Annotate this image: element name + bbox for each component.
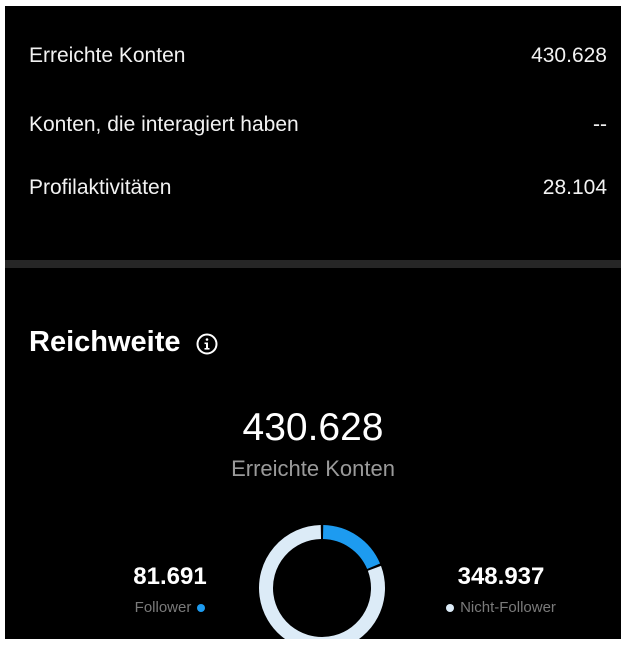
reach-section-title: Reichweite [29, 326, 219, 359]
non-followers-label: Nicht-Follower [460, 599, 556, 616]
metric-value: 430.628 [531, 44, 607, 67]
non-followers-legend: Nicht-Follower [417, 599, 585, 616]
insights-screen: Erreichte Konten 430.628 Konten, die int… [5, 6, 621, 639]
metric-value: 28.104 [542, 176, 607, 199]
metric-value: -- [593, 113, 607, 136]
non-followers-color-dot [446, 603, 455, 612]
followers-legend: Follower [115, 599, 225, 616]
reach-donut-chart [259, 525, 385, 639]
reach-total-value: 430.628 [242, 406, 384, 449]
followers-color-dot [197, 603, 206, 612]
non-followers-stat: 348.937 Nicht-Follower [417, 563, 585, 616]
info-icon[interactable] [195, 331, 219, 355]
metric-label: Erreichte Konten [29, 44, 186, 67]
followers-value: 81.691 [133, 563, 207, 590]
followers-label: Follower [134, 599, 192, 616]
followers-stat: 81.691 Follower [115, 563, 225, 616]
donut-slice-follower [322, 525, 381, 570]
metric-label: Profilaktivitäten [29, 176, 172, 199]
section-divider [5, 260, 621, 268]
metric-row-accounts-engaged[interactable]: Konten, die interagiert haben -- [29, 110, 607, 140]
non-followers-value: 348.937 [457, 563, 545, 590]
reach-total-label: Erreichte Konten [231, 456, 395, 481]
metric-row-accounts-reached[interactable]: Erreichte Konten 430.628 [29, 41, 607, 71]
reach-title-text: Reichweite [29, 326, 181, 358]
metric-row-profile-activity[interactable]: Profilaktivitäten 28.104 [29, 173, 607, 203]
metric-label: Konten, die interagiert haben [29, 113, 299, 136]
